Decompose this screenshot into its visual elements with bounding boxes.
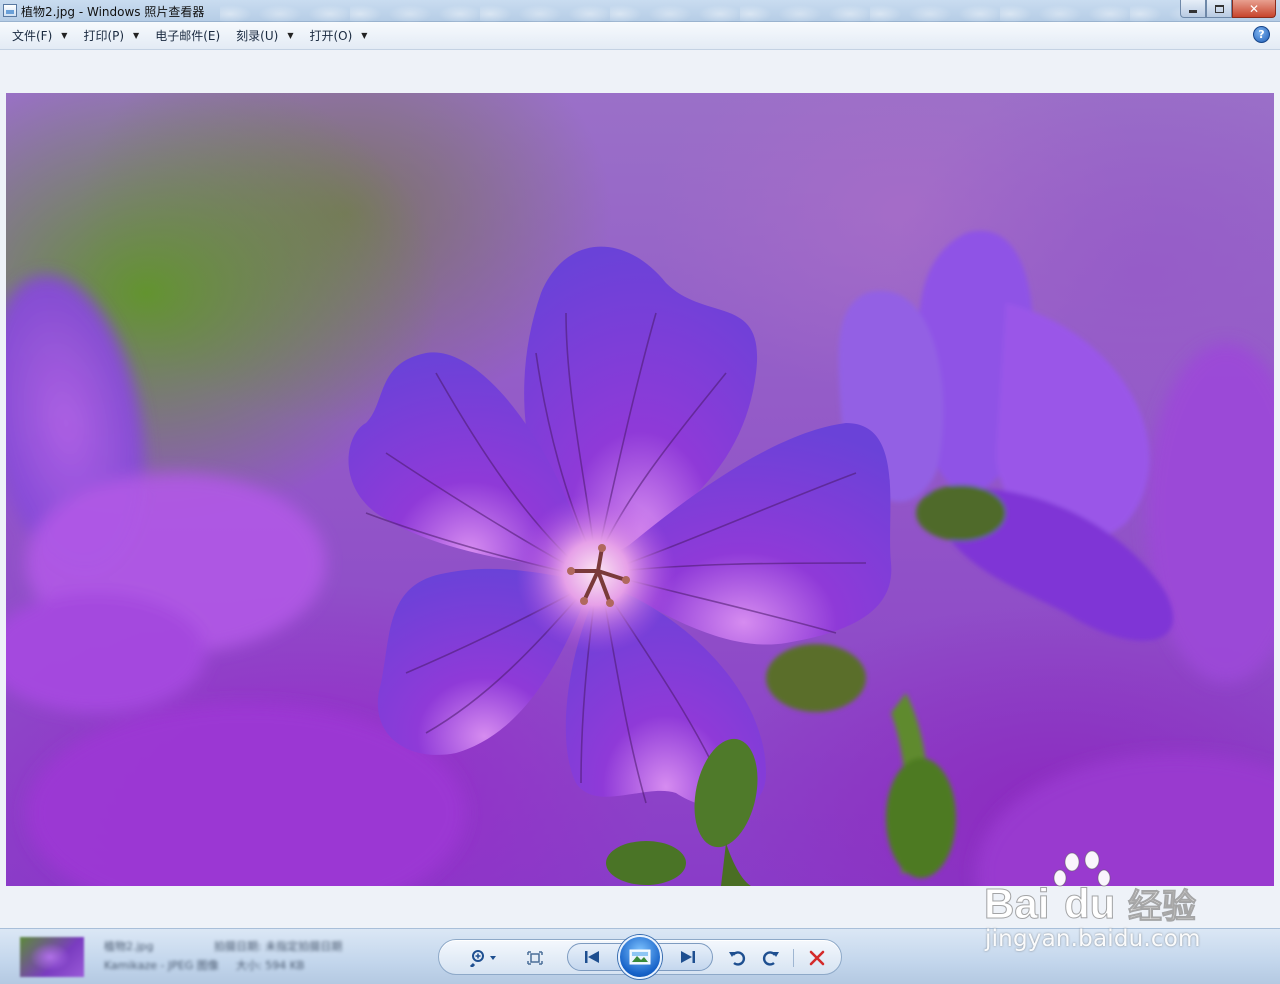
navigation-group <box>567 935 713 979</box>
menu-print-label: 打印(P) <box>83 29 125 43</box>
menu-file-label: 文件(F) <box>12 29 53 43</box>
image-viewport[interactable] <box>0 51 1280 928</box>
menu-burn-label: 刻录(U) <box>236 29 279 43</box>
menu-print[interactable]: 打印(P) ▼ <box>77 25 145 47</box>
title-bar-decoration <box>220 0 1180 22</box>
restore-icon <box>1214 4 1224 13</box>
next-button[interactable] <box>676 946 700 968</box>
minimize-button[interactable] <box>1180 0 1206 18</box>
menu-email-label: 电子邮件(E) <box>155 29 221 43</box>
help-icon: ? <box>1258 28 1265 41</box>
info-meta: Kamikaze - JPEG 图像 <box>104 959 219 972</box>
title-bar[interactable]: 植物2.jpg - Windows 照片查看器 ✕ <box>0 0 1280 22</box>
rotate-counterclockwise-icon <box>729 951 746 966</box>
window-controls: ✕ <box>1180 0 1276 18</box>
next-icon <box>681 951 695 963</box>
window-title: 植物2.jpg - Windows 照片查看器 <box>21 5 205 19</box>
chevron-down-icon: ▼ <box>61 31 68 40</box>
menu-file[interactable]: 文件(F) ▼ <box>6 25 73 47</box>
rotate-clockwise-button[interactable] <box>759 947 783 969</box>
restore-button[interactable] <box>1206 0 1232 18</box>
help-button[interactable]: ? <box>1253 26 1270 43</box>
minimize-icon <box>1189 10 1197 13</box>
photo-thumbnail <box>20 937 84 977</box>
previous-icon <box>585 951 599 963</box>
flower-illustration <box>6 230 1274 886</box>
svg-text:du: du <box>1064 880 1115 927</box>
displayed-photo[interactable] <box>6 93 1274 886</box>
rotate-clockwise-icon <box>762 951 779 966</box>
menu-burn[interactable]: 刻录(U) ▼ <box>230 25 299 47</box>
slideshow-icon <box>629 949 651 965</box>
svg-text:经验: 经验 <box>1128 887 1196 927</box>
chevron-down-icon: ▼ <box>361 31 368 40</box>
menu-open-label: 打开(O) <box>309 29 353 43</box>
info-date: 拍摄日期: 未指定拍摄日期 <box>214 940 343 953</box>
toolbar-separator <box>793 949 794 967</box>
slideshow-button[interactable] <box>618 935 662 979</box>
actual-size-icon <box>527 951 543 965</box>
watermark-url: jingyan.baidu.com <box>985 926 1201 952</box>
close-icon: ✕ <box>1248 1 1260 16</box>
baidu-watermark-logo: Bai du 经验 <box>984 850 1197 928</box>
info-size: 大小: 594 KB <box>236 959 305 972</box>
zoom-button[interactable] <box>467 947 501 969</box>
photo-viewer-app-icon[interactable] <box>3 4 17 17</box>
menu-email[interactable]: 电子邮件(E) <box>149 25 226 47</box>
menu-open[interactable]: 打开(O) ▼ <box>303 25 373 47</box>
delete-button[interactable] <box>805 947 829 969</box>
zoom-icon <box>470 950 496 967</box>
chevron-down-icon: ▼ <box>287 31 294 40</box>
actual-size-button[interactable] <box>523 947 547 969</box>
menu-bar: 文件(F) ▼ 打印(P) ▼ 电子邮件(E) 刻录(U) ▼ 打开(O) ▼ … <box>0 22 1280 50</box>
rotate-counterclockwise-button[interactable] <box>725 947 749 969</box>
info-filename: 植物2.jpg <box>104 940 154 953</box>
delete-icon <box>809 950 825 966</box>
chevron-down-icon: ▼ <box>133 31 140 40</box>
previous-button[interactable] <box>580 946 604 968</box>
close-button[interactable]: ✕ <box>1232 0 1276 18</box>
svg-text:Bai: Bai <box>984 880 1049 927</box>
viewer-controls <box>438 935 842 979</box>
